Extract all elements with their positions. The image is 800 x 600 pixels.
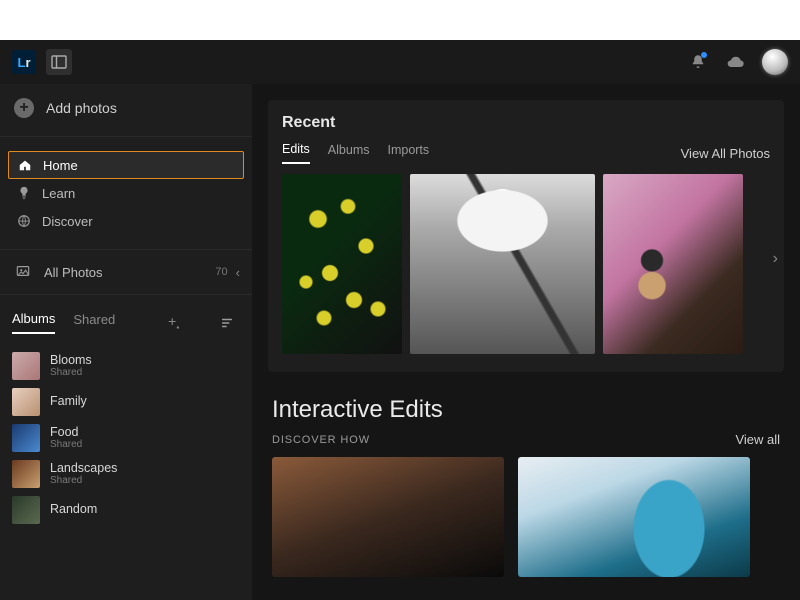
divider (0, 294, 252, 295)
user-avatar[interactable] (762, 49, 788, 75)
nav-item-discover[interactable]: Discover (8, 207, 244, 235)
recent-title: Recent (282, 114, 770, 132)
sort-icon (220, 316, 234, 330)
interactive-view-all-link[interactable]: View all (735, 432, 780, 447)
album-thumb (12, 424, 40, 452)
interactive-title: Interactive Edits (272, 396, 780, 424)
album-name: Landscapes (50, 462, 117, 476)
recent-tabs: Edits Albums Imports View All Photos (282, 142, 770, 164)
album-name: Food (50, 426, 82, 440)
nav-label: Learn (42, 186, 75, 201)
panel-icon (51, 54, 67, 70)
nav-item-learn[interactable]: Learn (8, 179, 244, 207)
add-photos-button[interactable]: + Add photos (0, 84, 252, 132)
recent-panel: Recent Edits Albums Imports View All Pho… (268, 100, 784, 372)
add-album-button[interactable]: +▪ (168, 313, 179, 332)
nav-label: Home (43, 158, 78, 173)
nav-list: Home Learn Discover (0, 141, 252, 245)
recent-photo-2[interactable] (410, 174, 595, 354)
album-name: Random (50, 503, 97, 517)
recent-strip (282, 174, 770, 354)
all-photos-count: 70 (215, 266, 227, 278)
album-item-food[interactable]: FoodShared (10, 420, 242, 456)
nav-item-home[interactable]: Home (8, 151, 244, 179)
recent-photo-3[interactable] (603, 174, 743, 354)
logo-letter-l: L (17, 55, 25, 70)
album-thumb (12, 388, 40, 416)
album-item-blooms[interactable]: BloomsShared (10, 348, 242, 384)
interactive-edits-section: Interactive Edits DISCOVER HOW View all (252, 372, 800, 577)
album-sub: Shared (50, 475, 117, 486)
cloud-icon (726, 52, 746, 72)
view-all-photos-link[interactable]: View All Photos (681, 146, 770, 161)
lightbulb-icon (16, 185, 32, 201)
home-icon (17, 157, 33, 173)
interactive-strip (272, 457, 780, 577)
globe-icon (16, 213, 32, 229)
album-item-family[interactable]: Family (10, 384, 242, 420)
logo-letter-r: r (25, 55, 30, 70)
discover-how-label: DISCOVER HOW (272, 434, 370, 446)
sort-albums-button[interactable] (220, 316, 234, 330)
album-item-random[interactable]: Random (10, 492, 242, 528)
album-name: Family (50, 395, 87, 409)
plus-icon: + (14, 98, 34, 118)
nav-label: Discover (42, 214, 93, 229)
all-photos-label: All Photos (44, 265, 103, 280)
album-thumb (12, 496, 40, 524)
next-arrow-button[interactable]: › (773, 250, 778, 268)
album-name: Blooms (50, 354, 92, 368)
divider (0, 136, 252, 137)
recent-tab-imports[interactable]: Imports (387, 143, 429, 163)
interactive-card-1[interactable] (272, 457, 504, 577)
interactive-card-2[interactable] (518, 457, 750, 577)
recent-photo-1[interactable] (282, 174, 402, 354)
album-item-landscapes[interactable]: LandscapesShared (10, 456, 242, 492)
recent-tab-albums[interactable]: Albums (328, 143, 370, 163)
cloud-sync-button[interactable] (724, 50, 748, 74)
image-icon (16, 264, 32, 280)
album-thumb (12, 460, 40, 488)
sidebar: + Add photos Home Learn Discover (0, 84, 252, 600)
divider (0, 249, 252, 250)
album-list: BloomsShared Family FoodShared Landscape… (0, 342, 252, 548)
tab-albums[interactable]: Albums (12, 311, 55, 334)
notification-dot (701, 52, 707, 58)
main-content: Recent Edits Albums Imports View All Pho… (252, 84, 800, 600)
sidebar-tabs: Albums Shared +▪ (0, 299, 252, 342)
panel-toggle-button[interactable] (46, 49, 72, 75)
album-sub: Shared (50, 367, 92, 378)
topbar: Lr (0, 40, 800, 84)
chevron-right-icon: › (773, 250, 778, 267)
notifications-button[interactable] (686, 50, 710, 74)
album-thumb (12, 352, 40, 380)
add-photos-label: Add photos (46, 100, 117, 116)
recent-tab-edits[interactable]: Edits (282, 142, 310, 164)
tab-shared[interactable]: Shared (73, 312, 115, 333)
chevron-left-icon: ‹ (236, 265, 240, 280)
album-sub: Shared (50, 439, 82, 450)
app-root: Lr + Add photos Home (0, 40, 800, 600)
app-logo: Lr (12, 50, 36, 74)
all-photos-row[interactable]: All Photos 70 ‹ (0, 254, 252, 290)
